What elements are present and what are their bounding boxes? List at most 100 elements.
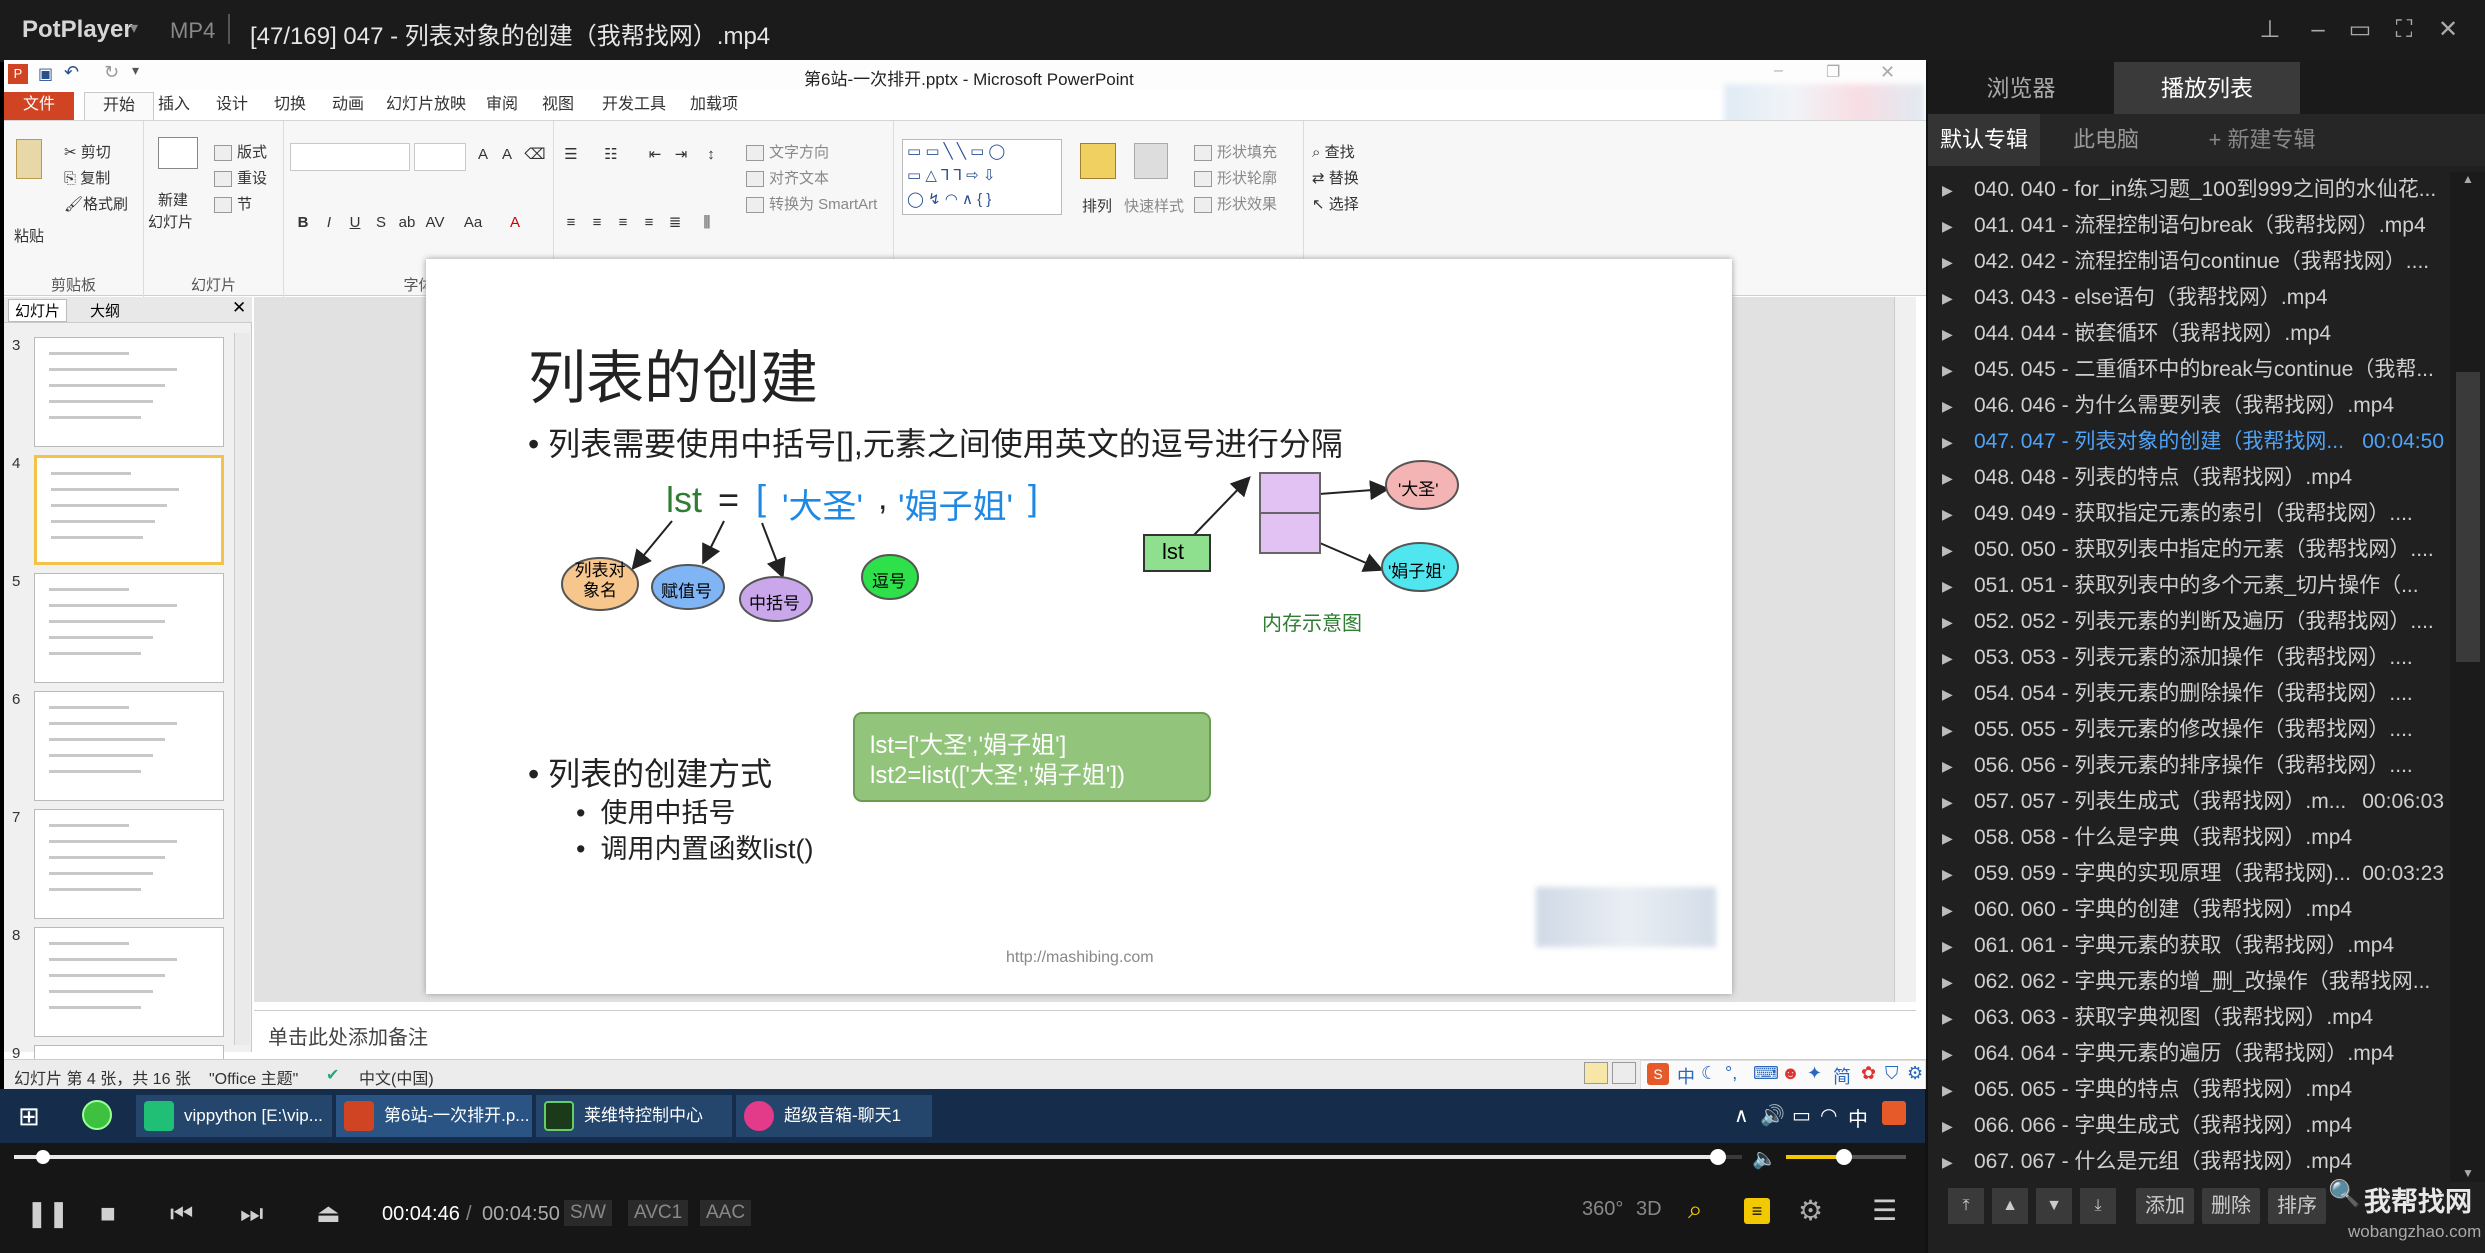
shape-outline-button[interactable]: 形状轮廓 [1194,167,1277,188]
slide-thumbnail[interactable] [34,927,224,1037]
playlist-item[interactable]: ▶ 067. 067 - 什么是元组（我帮找网）.mp4 [1928,1144,2448,1180]
pin-icon[interactable]: ⊥ [2250,12,2290,48]
vr-360-icon[interactable]: 360° [1582,1198,1623,1221]
thumbnail-scrollbar[interactable] [234,333,250,1045]
copy-button[interactable]: ⎘ 复制 [64,167,110,188]
customize-qat-icon[interactable]: ▾ [132,62,139,79]
pane-close-icon[interactable]: ✕ [232,298,246,318]
shape-fill-button[interactable]: 形状填充 [1194,141,1277,162]
playlist-item[interactable]: ▶ 043. 043 - else语句（我帮找网）.mp4 [1928,280,2448,316]
windows-start-icon[interactable]: ⊞ [18,1101,40,1132]
reset-button[interactable]: 重设 [214,167,267,188]
tray-expand-icon[interactable]: ∧ [1734,1103,1749,1128]
section-button[interactable]: 节 [214,193,252,214]
clear-format-icon[interactable]: ⌫ [524,145,546,165]
playlist-item[interactable]: ▶ 044. 044 - 嵌套循环（我帮找网）.mp4 [1928,316,2448,352]
ppt-restore-icon[interactable]: ❐ [1826,62,1840,82]
sorter-view-icon[interactable] [1612,1062,1636,1084]
slide-thumbnail[interactable] [34,337,224,447]
tab-developer[interactable]: 开发工具 [584,92,684,120]
language[interactable]: 中文(中国) [359,1065,434,1089]
playlist-item[interactable]: ▶ 065. 065 - 字典的特点（我帮找网）.mp4 [1928,1072,2448,1108]
previous-icon[interactable]: ⏮ [170,1198,193,1230]
paste-button[interactable]: 粘贴 [14,225,44,246]
ime-toolbar[interactable]: S 中 ☾ °, ⌨ ☻ ✦ 简 ✿ ⛉ ⚙ [1640,1060,1926,1089]
volume-bar[interactable] [1786,1149,1906,1165]
punctuation-icon[interactable]: °, [1725,1063,1737,1084]
playlist-item[interactable]: ▶ 061. 061 - 字典元素的获取（我帮找网）.mp4 [1928,928,2448,964]
layout-button[interactable]: 版式 [214,141,267,162]
font-name-field[interactable] [290,143,410,171]
shape-effects-button[interactable]: 形状效果 [1194,193,1277,214]
playlist-item[interactable]: ▶ 060. 060 - 字典的创建（我帮找网）.mp4 [1928,892,2448,928]
tab-this-pc[interactable]: 此电脑 [2040,114,2172,166]
bold-icon[interactable]: B [292,213,314,233]
select-button[interactable]: ↖ 选择 [1312,193,1359,214]
main-menu-icon[interactable]: ☰ [1872,1194,1897,1227]
playlist-item[interactable]: ▶ 050. 050 - 获取列表中指定的元素（我帮找网）.... [1928,532,2448,568]
browser-icon[interactable] [82,1100,112,1130]
new-slide-label-1[interactable]: 新建 [158,189,188,210]
slide-scrollbar[interactable] [1894,297,1916,1002]
shrink-font-icon[interactable]: A [496,145,518,165]
keyboard-icon[interactable]: ⌨ [1753,1063,1779,1084]
notes-pane[interactable]: 单击此处添加备注 [254,1010,1916,1056]
close-icon[interactable]: ✕ [2428,12,2468,48]
playlist-item[interactable]: ▶ 054. 054 - 列表元素的删除操作（我帮找网）.... [1928,676,2448,712]
move-top-icon[interactable]: ⤒ [1948,1188,1984,1224]
tab-file[interactable]: 文件 [4,92,74,120]
taskbar-item-control[interactable]: 莱维特控制中心 [536,1095,732,1137]
preferences-gear-icon[interactable]: ⚙ [1798,1194,1823,1227]
text-direction-button[interactable]: 文字方向 [746,141,829,162]
line-spacing-icon[interactable]: ↕ [700,145,722,165]
new-slide-icon[interactable] [158,137,198,169]
ppt-minimize-icon[interactable]: – [1774,62,1783,80]
bullets-icon[interactable]: ☰ [560,145,582,165]
sogou-tray-icon[interactable] [1882,1101,1906,1125]
grow-font-icon[interactable]: A [472,145,494,165]
tab-slides[interactable]: 幻灯片 [8,299,68,322]
font-size-field[interactable] [414,143,466,171]
player-title-bar[interactable]: PotPlayer ▾ MP4 [47/169] 047 - 列表对象的创建（我… [0,0,2485,62]
underline-icon[interactable]: U [344,213,366,233]
tab-slideshow[interactable]: 幻灯片放映 [368,92,484,120]
3d-icon[interactable]: 3D [1636,1198,1662,1221]
spacing-icon[interactable]: AV [424,213,446,233]
settings-icon[interactable]: ⚙ [1907,1063,1923,1084]
find-button[interactable]: ⌕ 查找 [1312,141,1355,162]
columns-icon[interactable]: ⫼ [696,213,718,233]
undo-icon[interactable]: ↶ [64,62,79,83]
subtitle-icon[interactable]: ≡ [1744,1198,1770,1224]
playlist-item[interactable]: ▶ 057. 057 - 列表生成式（我帮找网）.m... 00:06:03 [1928,784,2448,820]
decrease-indent-icon[interactable]: ⇤ [644,145,666,165]
playlist-item[interactable]: ▶ 051. 051 - 获取列表中的多个元素_切片操作（... [1928,568,2448,604]
spellcheck-icon[interactable]: ✔ [326,1065,339,1085]
playlist-search-icon[interactable]: ⌕ [1688,1194,1703,1226]
cut-button[interactable]: ✂ 剪切 [64,141,111,162]
emoji-icon[interactable]: ☻ [1781,1063,1800,1084]
pause-icon[interactable]: ❚❚ [26,1198,70,1229]
menu-dropdown-icon[interactable]: ▾ [130,18,138,38]
player-logo[interactable]: PotPlayer [22,16,133,44]
badge-codec-audio[interactable]: AAC [700,1200,752,1226]
save-icon[interactable]: ▣ [38,64,53,84]
smartart-button[interactable]: 转换为 SmartArt [746,193,877,214]
sort-button[interactable]: 排序 [2268,1188,2326,1224]
slide-canvas[interactable]: 列表的创建 • 列表需要使用中括号[],元素之间使用英文的逗号进行分隔 lst … [426,259,1732,994]
delete-button[interactable]: 删除 [2202,1188,2260,1224]
char-spacing-icon[interactable]: ab [396,213,418,233]
slide-thumbnail[interactable] [34,691,224,801]
stop-icon[interactable]: ■ [100,1198,116,1229]
playlist-item[interactable]: ▶ 040. 040 - for_in练习题_100到999之间的水仙花... [1928,172,2448,208]
playlist-item[interactable]: ▶ 056. 056 - 列表元素的排序操作（我帮找网）.... [1928,748,2448,784]
redo-icon[interactable]: ↻ [104,62,119,83]
ime-tray-label[interactable]: 中 [1848,1103,1868,1132]
playlist-item[interactable]: ▶ 063. 063 - 获取字典视图（我帮找网）.mp4 [1928,1000,2448,1036]
align-right-icon[interactable]: ≡ [612,213,634,233]
replace-button[interactable]: ⇄ 替换 [1312,167,1359,188]
quick-styles-icon[interactable] [1134,143,1168,179]
move-up-icon[interactable]: ▲ [1992,1188,2028,1224]
playlist-item[interactable]: ▶ 041. 041 - 流程控制语句break（我帮找网）.mp4 [1928,208,2448,244]
maximize-icon[interactable]: ▭ [2340,12,2380,48]
tab-outline[interactable]: 大纲 [90,300,120,321]
